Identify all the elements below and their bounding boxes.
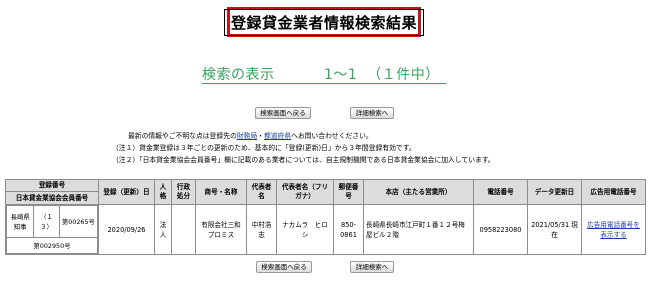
header-reg-date: 登録（更新）日 — [98, 179, 155, 205]
page-title: 登録貸金業者情報検索結果 — [224, 8, 425, 36]
cell-rep: 中村浩志 — [246, 204, 277, 255]
results-table: 登録番号 日本貸金業協会会員番号 登録（更新）日 人格 行政処分 商号・名称 代… — [5, 179, 646, 255]
header-reg-no: 登録番号 日本貸金業協会会員番号 — [5, 179, 99, 205]
note-1: （注１）貸金業登録は３年ごとの更新のため、基本的に「登録(更新)日」から３年間登… — [112, 144, 416, 152]
cell-reg-date: 2020/09/26 — [98, 204, 155, 255]
header-address: 本店（主たる営業所） — [363, 179, 474, 205]
cell-reg-no: 長崎県知事 （１３） 第00265号 第002950号 — [5, 204, 99, 255]
cell-personality: 法人 — [154, 204, 172, 255]
assoc-number: 第002950号 — [6, 237, 98, 254]
reg-authority: 長崎県知事 — [5, 205, 35, 238]
table-header-row: 登録番号 日本貸金業協会会員番号 登録（更新）日 人格 行政処分 商号・名称 代… — [5, 179, 646, 205]
results-summary: 検索の表示 1〜1 （１件中） — [202, 64, 440, 84]
cell-admin-action — [171, 204, 196, 255]
detail-search-button-bottom[interactable]: 詳細検索へ — [350, 261, 394, 273]
detail-search-button[interactable]: 詳細検索へ — [350, 107, 394, 119]
header-personality: 人格 — [154, 179, 172, 205]
results-label: 検索の表示 — [202, 67, 275, 83]
reg-number-box: 長崎県知事 （１３） 第00265号 第002950号 — [5, 205, 99, 254]
finance-bureau-link[interactable]: 財務局 — [237, 132, 257, 140]
prefecture-link[interactable]: 都道府県 — [264, 132, 291, 140]
cell-phone: 0958223080 — [473, 204, 528, 255]
header-updated: データ更新日 — [527, 179, 582, 205]
reg-number: 第00265号 — [58, 205, 99, 238]
header-name: 商号・名称 — [195, 179, 247, 205]
show-ad-phone-link[interactable]: 広告用電話番号を表示する — [587, 221, 640, 239]
back-to-search-button-bottom[interactable]: 検索画面へ戻る — [256, 261, 312, 273]
notes-contact-line: 最新の情報やご不明な点は登録先の財務局・都道府県へお問い合わせください。 — [128, 132, 373, 140]
header-rep-kana: 代表者名（フリガナ） — [276, 179, 334, 205]
header-ad-phone: 広告用電話番号 — [581, 179, 646, 205]
cell-updated: 2021/05/31 現在 — [527, 204, 582, 255]
cell-rep-kana: ナカムラ ヒロシ — [276, 204, 334, 255]
cell-address: 長崎県長崎市江戸町１番１２号梅屋ビル２階 — [363, 204, 474, 255]
cell-zip: 850-0861 — [333, 204, 364, 255]
note-2: （注２）「日本貸金業協会会員番号」欄に記載のある業者については、自主規制機関であ… — [112, 156, 495, 164]
table-row: 長崎県知事 （１３） 第00265号 第002950号 2020/09/26 法… — [5, 204, 646, 255]
cell-name: 有限会社三和プロミス — [195, 204, 247, 255]
reg-term: （１３） — [33, 205, 60, 238]
header-zip: 郵便番号 — [333, 179, 364, 205]
results-underline — [202, 83, 446, 84]
notes: 最新の情報やご不明な点は登録先の財務局・都道府県へお問い合わせください。 （注１… — [112, 130, 495, 166]
page-title-box: 登録貸金業者情報検索結果 — [224, 7, 425, 37]
back-to-search-button[interactable]: 検索画面へ戻る — [255, 107, 311, 119]
header-rep: 代表者名 — [246, 179, 277, 205]
results-count: （１件中） — [367, 67, 440, 83]
header-admin-action: 行政処分 — [171, 179, 196, 205]
cell-ad-phone: 広告用電話番号を表示する — [581, 204, 646, 255]
header-phone: 電話番号 — [473, 179, 528, 205]
results-range: 1〜1 — [324, 67, 358, 83]
